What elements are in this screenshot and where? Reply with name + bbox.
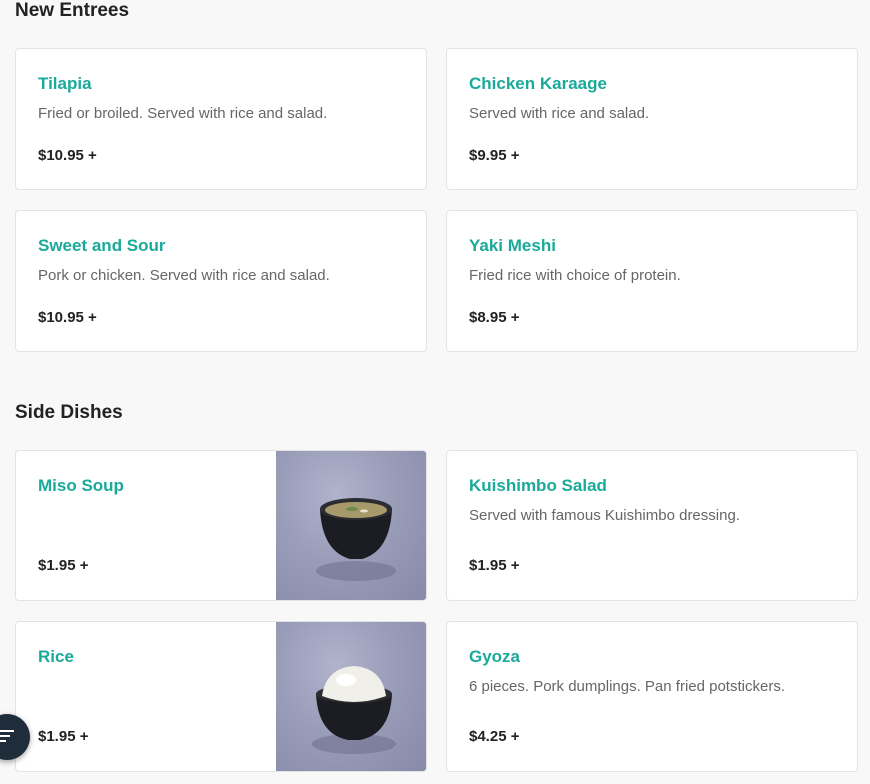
item-price: $9.95 +	[469, 147, 520, 164]
item-name: Gyoza	[469, 647, 521, 666]
menu-item-gyoza[interactable]: Gyoza 6 pieces. Pork dumplings. Pan frie…	[446, 621, 858, 772]
menu-item-chicken-karaage[interactable]: Chicken Karaage Served with rice and sal…	[446, 48, 858, 190]
item-price: $4.25 +	[469, 728, 520, 745]
menu-item-rice[interactable]: Rice $1.95 +	[15, 621, 427, 772]
item-name: Yaki Meshi	[469, 236, 556, 255]
item-price: $10.95 +	[38, 309, 97, 326]
menu-item-yaki-meshi[interactable]: Yaki Meshi Fried rice with choice of pro…	[446, 210, 858, 352]
item-price: $1.95 +	[38, 728, 89, 745]
item-price: $1.95 +	[38, 557, 89, 574]
item-price: $10.95 +	[38, 147, 97, 164]
item-name: Miso Soup	[38, 476, 124, 495]
item-description: Fried or broiled. Served with rice and s…	[38, 105, 328, 122]
item-price: $1.95 +	[469, 557, 520, 574]
menu-item-miso-soup[interactable]: Miso Soup $1.95 +	[15, 450, 427, 601]
item-description: Pork or chicken. Served with rice and sa…	[38, 267, 330, 284]
rice-bowl-photo	[276, 622, 426, 771]
menu-item-sweet-and-sour[interactable]: Sweet and Sour Pork or chicken. Served w…	[15, 210, 427, 352]
section-title-new-entrees: New Entrees	[15, 0, 130, 21]
menu-item-kuishimbo-salad[interactable]: Kuishimbo Salad Served with famous Kuish…	[446, 450, 858, 601]
filter-lines-icon	[0, 729, 16, 746]
item-name: Kuishimbo Salad	[469, 476, 607, 495]
item-name: Sweet and Sour	[38, 236, 166, 255]
item-description: Served with famous Kuishimbo dressing.	[469, 507, 740, 524]
item-price: $8.95 +	[469, 309, 520, 326]
section-title-side-dishes: Side Dishes	[15, 402, 123, 423]
item-name: Chicken Karaage	[469, 74, 607, 93]
menu-item-tilapia[interactable]: Tilapia Fried or broiled. Served with ri…	[15, 48, 427, 190]
item-name: Tilapia	[38, 74, 92, 93]
item-description: 6 pieces. Pork dumplings. Pan fried pots…	[469, 678, 785, 695]
item-description: Served with rice and salad.	[469, 105, 650, 122]
item-description: Fried rice with choice of protein.	[469, 267, 681, 284]
miso-soup-photo	[276, 451, 426, 600]
item-name: Rice	[38, 647, 74, 666]
